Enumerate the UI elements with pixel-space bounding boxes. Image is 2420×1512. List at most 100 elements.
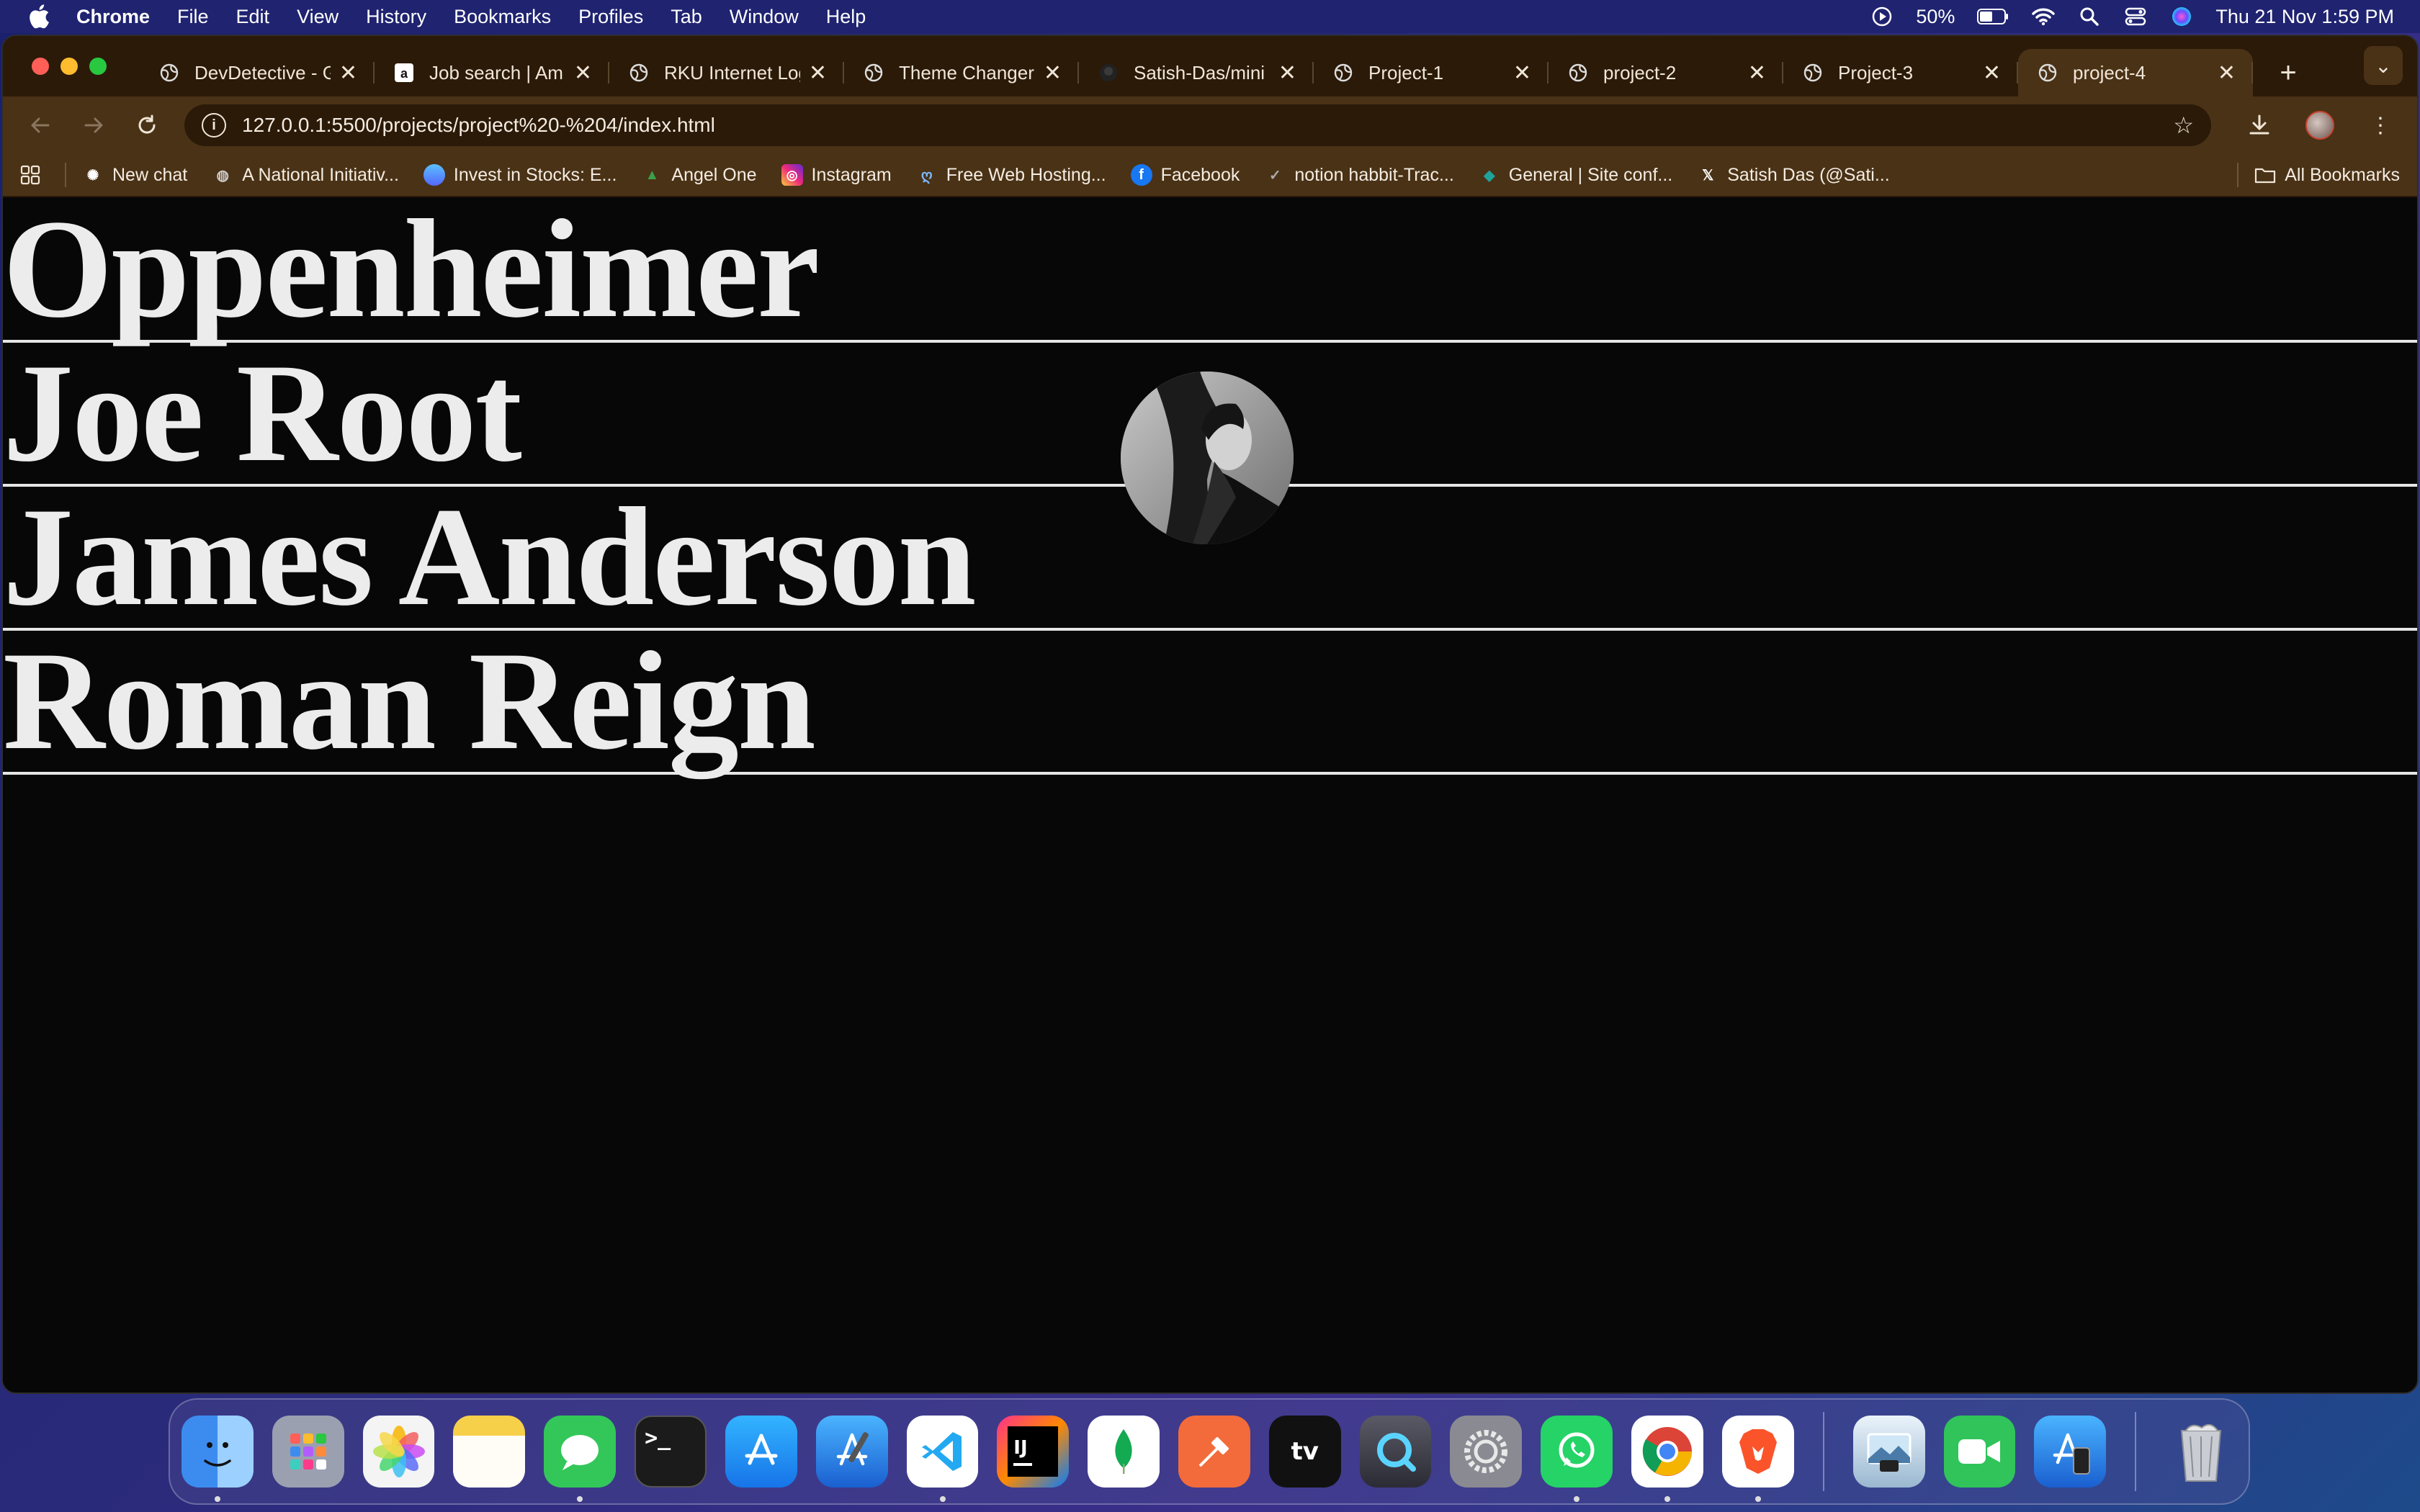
menu-history[interactable]: History [366,6,426,28]
tab-rku-internet[interactable]: RKU Internet Log ✕ [609,49,844,96]
site-info-icon[interactable]: i [202,113,226,138]
simulator-icon[interactable] [2034,1416,2107,1488]
siri-icon[interactable] [2169,4,2194,29]
forward-arrow-icon[interactable] [73,105,114,145]
tab-job-search[interactable]: a Job search | Am ✕ [375,49,609,96]
vscode-icon[interactable] [906,1416,979,1502]
menu-help[interactable]: Help [826,6,866,28]
launchpad-icon[interactable] [272,1416,344,1488]
menu-app-name[interactable]: Chrome [76,6,150,28]
tab-github-satish[interactable]: Satish-Das/mini ✕ [1079,49,1314,96]
fullscreen-window-button[interactable] [89,58,107,75]
tab-project-3[interactable]: Project-3 ✕ [1783,49,2018,96]
address-bar[interactable]: i 127.0.0.1:5500/projects/project%20-%20… [184,104,2211,146]
tab-title: Project-1 [1368,61,1444,84]
photos-icon[interactable] [362,1416,435,1488]
bookmark-satish-das-x[interactable]: 𝕏 Satish Das (@Sati... [1697,164,1890,186]
close-tab-icon[interactable]: ✕ [1748,60,1766,86]
x-icon: 𝕏 [1702,167,1714,184]
reload-icon[interactable] [127,105,167,145]
close-tab-icon[interactable]: ✕ [1044,60,1062,86]
messages-icon[interactable] [544,1416,617,1502]
close-tab-icon[interactable]: ✕ [809,60,827,86]
bookmark-facebook[interactable]: f Facebook [1130,164,1240,186]
url-text[interactable]: 127.0.0.1:5500/projects/project%20-%204/… [242,114,2173,137]
dock: >_ IJ tv [169,1398,2250,1505]
bookmark-invest-in-stocks[interactable]: Invest in Stocks: E... [423,164,617,186]
menu-bar: Chrome File Edit View History Bookmarks … [0,0,2420,33]
list-item[interactable]: Oppenheimer [3,199,2417,343]
tab-devdetective[interactable]: DevDetective - G ✕ [140,49,375,96]
more-menu-icon[interactable]: ⋮ [2361,106,2400,145]
trash-icon[interactable] [2165,1416,2237,1488]
xcode-icon[interactable] [815,1416,888,1488]
menu-window[interactable]: Window [730,6,799,28]
bookmark-notion-habit[interactable]: ✓ notion habbit-Trac... [1264,164,1454,186]
whatsapp-icon[interactable] [1541,1416,1613,1502]
page-viewport: Oppenheimer Joe Root James Anderson Roma… [3,199,2417,1392]
now-playing-icon[interactable] [1870,4,1894,29]
minimize-window-button[interactable] [60,58,78,75]
all-bookmarks-button[interactable]: All Bookmarks [2254,164,2400,186]
name-heading: Roman Reign [3,623,816,779]
profile-avatar[interactable] [2300,106,2339,145]
app-store-icon[interactable] [725,1416,797,1488]
quicktime-icon[interactable] [1359,1416,1432,1488]
bookmark-label: A National Initiativ... [242,164,399,185]
bookmark-star-icon[interactable]: ☆ [2173,112,2194,139]
new-tab-button[interactable]: + [2270,57,2306,89]
bookmark-angel-one[interactable]: ▲ Angel One [641,164,757,186]
bookmark-free-web-hosting[interactable]: ღ Free Web Hosting... [916,164,1106,186]
close-tab-icon[interactable]: ✕ [1278,60,1296,86]
preview-icon[interactable] [1852,1416,1925,1488]
avatar [2305,111,2334,140]
tab-project-1[interactable]: Project-1 ✕ [1314,49,1549,96]
apple-tv-icon[interactable]: tv [1268,1416,1341,1488]
menu-profiles[interactable]: Profiles [578,6,643,28]
control-center-icon[interactable] [2123,4,2148,29]
facetime-icon[interactable] [1943,1416,2016,1488]
menu-tab[interactable]: Tab [671,6,702,28]
intellij-icon[interactable]: IJ [997,1416,1070,1488]
bookmark-general-site-conf[interactable]: ◆ General | Site conf... [1479,164,1672,186]
spotlight-icon[interactable] [2077,4,2102,29]
tab-theme-changer[interactable]: Theme Changer ✕ [844,49,1079,96]
bookmark-instagram[interactable]: ◎ Instagram [781,164,892,186]
tab-project-2[interactable]: project-2 ✕ [1549,49,1783,96]
menu-view[interactable]: View [297,6,339,28]
apps-grid-icon[interactable] [20,165,40,185]
download-icon[interactable] [2240,106,2279,145]
bookmark-label: New chat [112,164,188,185]
terminal-icon[interactable]: >_ [635,1416,707,1488]
menu-bookmarks[interactable]: Bookmarks [454,6,551,28]
close-tab-icon[interactable]: ✕ [1513,60,1531,86]
chrome-icon[interactable] [1631,1416,1703,1502]
bookmark-national-initiative[interactable]: ◍ A National Initiativ... [212,164,399,186]
system-settings-icon[interactable] [1450,1416,1523,1488]
tab-search-chevron-icon[interactable]: ⌄ [2364,46,2403,85]
back-arrow-icon[interactable] [20,105,60,145]
angelone-icon: ▲ [645,166,660,183]
close-window-button[interactable] [32,58,49,75]
menu-file[interactable]: File [177,6,209,28]
tab-title: project-2 [1603,61,1677,84]
notes-icon[interactable] [453,1416,526,1488]
finder-icon[interactable] [182,1416,254,1502]
brave-icon[interactable] [1721,1416,1794,1502]
list-item[interactable]: Roman Reign [3,631,2417,775]
bookmark-new-chat[interactable]: ✺ New chat [82,164,188,186]
globe-icon [1802,62,1824,84]
postman-icon[interactable] [1178,1416,1250,1488]
tab-project-4[interactable]: project-4 ✕ [2018,49,2253,96]
apple-menu-icon[interactable] [26,2,52,31]
close-tab-icon[interactable]: ✕ [1983,60,2001,86]
menu-edit[interactable]: Edit [236,6,270,28]
facebook-icon: f [1130,164,1152,186]
menu-datetime[interactable]: Thu 21 Nov 1:59 PM [2215,6,2394,28]
close-tab-icon[interactable]: ✕ [2218,60,2236,86]
mongodb-icon[interactable] [1088,1416,1160,1488]
close-tab-icon[interactable]: ✕ [339,60,357,86]
wifi-icon[interactable] [2031,4,2056,29]
battery-icon[interactable] [1976,4,2009,29]
close-tab-icon[interactable]: ✕ [574,60,592,86]
